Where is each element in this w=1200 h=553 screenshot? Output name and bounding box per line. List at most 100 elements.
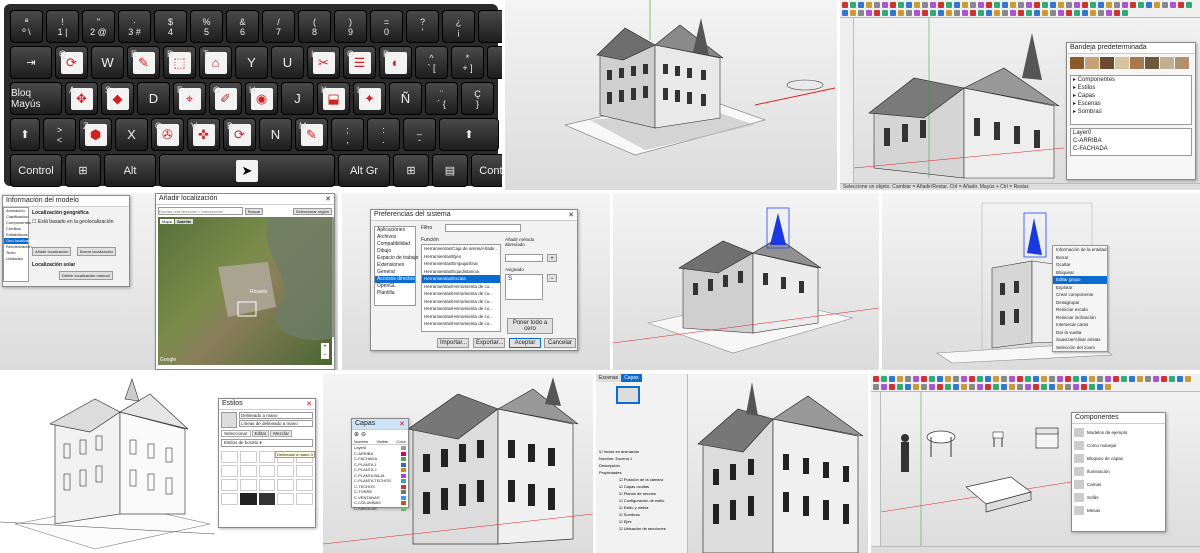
toolbar-button[interactable] — [913, 384, 919, 390]
reset-all-button[interactable]: Poner todo a cero — [507, 318, 553, 334]
toolbar-button[interactable] — [842, 10, 848, 16]
key-n[interactable]: N — [259, 118, 292, 151]
toolbar-button[interactable] — [890, 2, 896, 8]
backspace-key[interactable]: ← — [478, 10, 502, 43]
toolbar-button[interactable] — [1113, 376, 1119, 382]
function-item[interactable]: Herramientas/Equidistancia — [422, 268, 500, 276]
key-e[interactable]: E ✎ — [127, 46, 160, 79]
toolbar-button[interactable] — [1002, 2, 1008, 8]
toolbar-button[interactable] — [1089, 376, 1095, 382]
toolbar-button[interactable] — [1114, 10, 1120, 16]
shift-right-key[interactable]: ⬆ — [439, 118, 499, 151]
toolbar-button[interactable] — [889, 376, 895, 382]
toolbar-button[interactable] — [1058, 10, 1064, 16]
layer-color-swatch[interactable] — [401, 462, 406, 467]
key-b[interactable]: B ⟳ — [223, 118, 256, 151]
context-menu[interactable]: Información de la entidad Borrar Ocultar Bl… — [1052, 245, 1108, 352]
key-num-8[interactable]: (8 — [298, 10, 331, 43]
toolbar-button[interactable] — [1162, 2, 1168, 8]
export-button[interactable]: Exportar... — [473, 338, 505, 348]
key-d[interactable]: D — [137, 82, 170, 115]
key-punct-1[interactable]: :. — [367, 118, 400, 151]
toolbar-button[interactable] — [1010, 2, 1016, 8]
context-menu-item[interactable]: Reiniciar escala — [1053, 306, 1107, 314]
toolbar-button[interactable] — [1010, 10, 1016, 16]
space-key[interactable]: ➤ — [159, 154, 335, 187]
toolbar-button[interactable] — [889, 384, 895, 390]
component-entry[interactable]: Modelos de ejemplo — [1074, 426, 1163, 439]
toolbar-button[interactable] — [881, 376, 887, 382]
key-z[interactable]: Z ⬢ — [79, 118, 112, 151]
function-item[interactable]: Herramientas/Ejes — [422, 253, 500, 261]
furniture-scene[interactable] — [881, 392, 1071, 546]
toolbar-button[interactable] — [1033, 376, 1039, 382]
toolbar-button[interactable] — [1121, 376, 1127, 382]
toolbar-button[interactable] — [1122, 10, 1128, 16]
key-accent-0[interactable]: ¨ ´ { — [425, 82, 458, 115]
toolbar-button[interactable] — [874, 10, 880, 16]
toolbar-button[interactable] — [1138, 2, 1144, 8]
toolbar-button[interactable] — [1026, 2, 1032, 8]
scenes-tab[interactable]: Capas — [621, 374, 642, 382]
toolbar-button[interactable] — [1137, 376, 1143, 382]
alt-key[interactable]: Alt — [104, 154, 156, 187]
prefs-category-item[interactable]: General — [375, 269, 415, 276]
context-menu-item[interactable]: Suavizar/Alisar aristas — [1053, 336, 1107, 344]
manual-location-button[interactable]: Definir localización manual — [59, 271, 113, 280]
geo-checkbox[interactable]: ☐ Está basado en la geolocalización — [32, 219, 126, 225]
toolbar-button[interactable] — [913, 376, 919, 382]
tray-sections[interactable]: ▸ Componentes ▸ Estilos ▸ Capas ▸ Escenas ▸ … — [1070, 75, 1192, 125]
toolbar-button[interactable] — [914, 10, 920, 16]
toolbar-button[interactable] — [921, 376, 927, 382]
layer-color-swatch[interactable] — [401, 490, 406, 494]
toolbar-button[interactable] — [969, 376, 975, 382]
toolbar-button[interactable] — [1106, 10, 1112, 16]
key-y[interactable]: Y — [235, 46, 268, 79]
key-o[interactable]: O ☰ — [343, 46, 376, 79]
toolbar-button[interactable] — [1049, 384, 1055, 390]
toolbar-button[interactable] — [978, 10, 984, 16]
toolbar-button[interactable] — [858, 10, 864, 16]
add-shortcut-button[interactable]: + — [547, 254, 557, 262]
assigned-list[interactable]: S — [505, 274, 543, 300]
toolbar-button[interactable] — [1146, 2, 1152, 8]
toolbar-button[interactable] — [1065, 376, 1071, 382]
key-num-7[interactable]: /7 — [262, 10, 295, 43]
toolbar-button[interactable] — [929, 384, 935, 390]
layer-row[interactable]: C-FAROLAS — [352, 506, 408, 512]
function-item[interactable]: Herramientas/Herramienta de co... — [422, 313, 500, 321]
toolbar-button[interactable] — [1034, 10, 1040, 16]
toolbar-button[interactable] — [1082, 10, 1088, 16]
key-w[interactable]: W — [91, 46, 124, 79]
toolbar-button[interactable] — [1170, 2, 1176, 8]
context-menu-item[interactable]: Reiniciar inclinación — [1053, 314, 1107, 322]
prefs-category-item[interactable]: Aplicaciones — [375, 227, 415, 234]
function-item[interactable]: Herramientas/Empujar/tirar — [422, 260, 500, 268]
toolbar-button[interactable] — [1001, 376, 1007, 382]
toolbar-button[interactable] — [962, 2, 968, 8]
context-menu-item[interactable]: Selección del zoom — [1053, 344, 1107, 352]
toolbar-button[interactable] — [842, 2, 848, 8]
toolbar-button[interactable] — [1009, 376, 1015, 382]
layer-color-swatch[interactable] — [401, 479, 406, 483]
toolbar-button[interactable] — [993, 376, 999, 382]
toolbar-button[interactable] — [1090, 10, 1096, 16]
key-f[interactable]: F ⌖ — [173, 82, 206, 115]
toolbar-button[interactable] — [946, 2, 952, 8]
scene-thumbnail[interactable] — [616, 386, 640, 404]
building-model-view[interactable] — [505, 0, 837, 190]
key-u[interactable]: U — [271, 46, 304, 79]
toolbar-button[interactable] — [898, 10, 904, 16]
toolbar-button[interactable] — [953, 376, 959, 382]
toolbar-button[interactable] — [986, 2, 992, 8]
close-icon[interactable]: ✕ — [568, 211, 574, 219]
toolbar-button[interactable] — [906, 10, 912, 16]
key-t[interactable]: T ⌂ — [199, 46, 232, 79]
function-item[interactable]: Herramientas/Herramienta de co... — [422, 305, 500, 313]
toolbar-button[interactable] — [977, 384, 983, 390]
tower-selected-view[interactable] — [613, 193, 879, 370]
toolbar-button[interactable] — [1098, 10, 1104, 16]
model-info-sidebar[interactable]: Animación Clasificación Componentes Crédito… — [3, 207, 36, 282]
prefs-category-item[interactable]: Dibujo — [375, 248, 415, 255]
function-list[interactable]: Herramientas/Caja de arena/Añadir... Herr… — [421, 244, 501, 332]
